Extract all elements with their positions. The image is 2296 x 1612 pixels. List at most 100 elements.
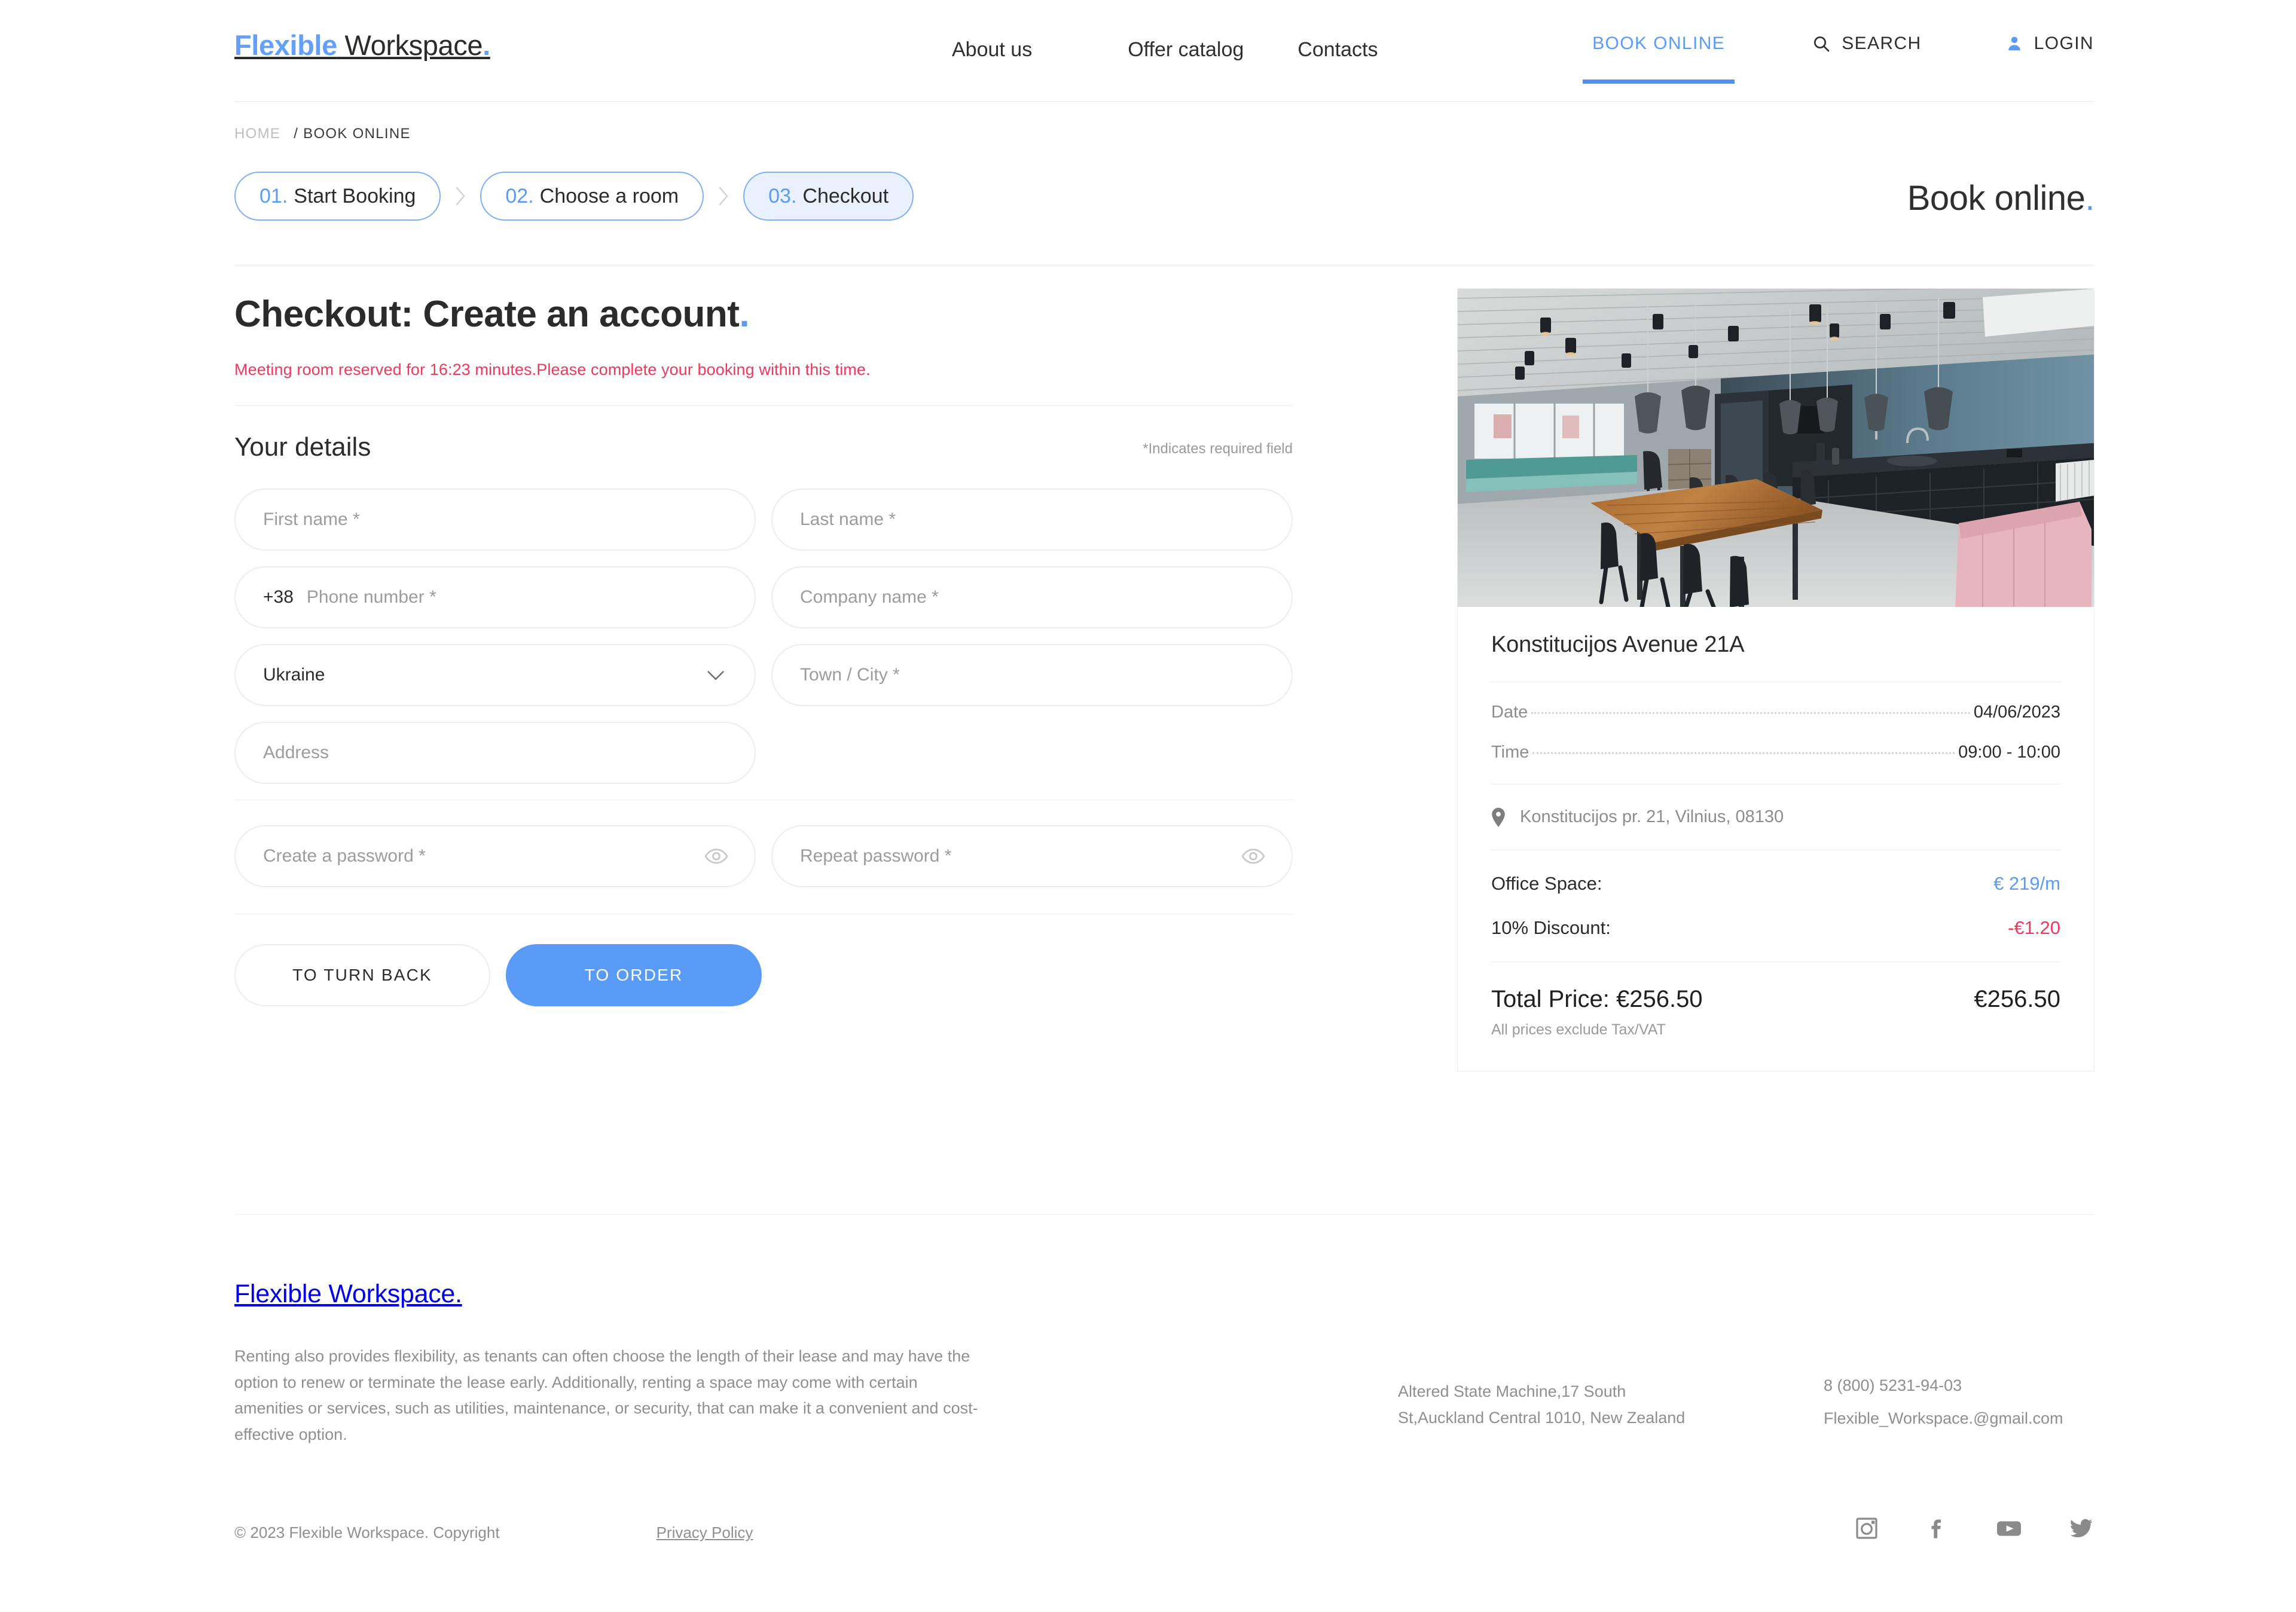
step-label: Choose a room <box>539 184 679 207</box>
booking-summary-card: Konstitucijos Avenue 21A Date 04/06/2023… <box>1457 288 2095 1071</box>
user-icon <box>2005 34 2023 53</box>
form-row-passwords: Create a password * Repeat password * <box>234 825 1293 887</box>
repeat-password-input[interactable]: Repeat password * <box>771 825 1293 887</box>
toggle-repeat-password-visibility-icon[interactable] <box>1241 848 1265 865</box>
site-footer: Flexible Workspace. Renting also provide… <box>234 1280 2094 1448</box>
step-number: 01. <box>259 184 288 207</box>
checkout-form-column: Checkout: Create an account. Meeting roo… <box>234 293 1293 1006</box>
site-header: Flexible Workspace. About us Offer catal… <box>0 0 2296 102</box>
nav-item-about-us[interactable]: About us <box>952 35 1032 65</box>
last-name-input[interactable]: Last name * <box>771 489 1293 551</box>
password-input[interactable]: Create a password * <box>234 825 756 887</box>
details-header: Your details *Indicates required field <box>234 432 1293 462</box>
search-icon <box>1812 34 1831 53</box>
company-name-placeholder: Company name * <box>800 587 939 607</box>
to-order-button[interactable]: TO ORDER <box>506 944 762 1006</box>
location-pin-icon <box>1491 807 1506 827</box>
summary-room-name: Konstitucijos Avenue 21A <box>1491 632 1745 657</box>
summary-date-row: Date 04/06/2023 <box>1491 703 2060 722</box>
step-choose-a-room[interactable]: 02. Choose a room <box>480 172 704 221</box>
page-root: Flexible Workspace. About us Offer catal… <box>0 0 2296 1612</box>
footer-logo[interactable]: Flexible Workspace. <box>234 1280 462 1308</box>
toggle-password-visibility-icon[interactable] <box>704 848 728 865</box>
form-row-country-city: Ukraine Town / City * <box>234 644 1293 706</box>
summary-date-label: Date <box>1491 703 1528 722</box>
first-name-input[interactable]: First name * <box>234 489 756 551</box>
page-title: Book online. <box>1907 178 2095 218</box>
instagram-icon[interactable] <box>1855 1516 1879 1540</box>
dotted-leader <box>1531 712 1970 714</box>
breadcrumb-current: / BOOK ONLINE <box>294 126 411 142</box>
footer-divider <box>234 1214 2094 1215</box>
summary-address-text: Konstitucijos pr. 21, Vilnius, 08130 <box>1520 807 1784 826</box>
facebook-icon[interactable] <box>1925 1516 1949 1540</box>
step-label: Checkout <box>802 184 889 207</box>
footer-logo-accent-word: Flexible <box>234 1280 322 1308</box>
search-button[interactable]: SEARCH <box>1812 33 1921 54</box>
page-title-text: Book online <box>1907 179 2086 218</box>
step-start-booking[interactable]: 01. Start Booking <box>234 172 441 221</box>
phone-number-input[interactable]: +38 Phone number * <box>234 566 756 628</box>
search-label: SEARCH <box>1842 33 1922 53</box>
footer-address-line-1: Altered State Machine,17 South <box>1398 1382 1626 1400</box>
summary-office-space-row: Office Space: € 219/m <box>1491 873 2060 894</box>
login-button[interactable]: LOGIN <box>2005 33 2094 54</box>
address-input[interactable]: Address <box>234 722 756 784</box>
country-select[interactable]: Ukraine <box>234 644 756 706</box>
utility-navigation: BOOK ONLINE SEARCH LOGIN <box>1583 33 2094 84</box>
office-space-label: Office Space: <box>1491 873 1602 894</box>
site-logo[interactable]: Flexible Workspace. <box>234 29 490 62</box>
discount-value: -€1.20 <box>2008 917 2060 938</box>
chevron-down-icon <box>706 668 726 682</box>
chevron-right-icon <box>704 184 743 208</box>
footer-phone[interactable]: 8 (800) 5231-94-03 <box>1824 1369 2135 1402</box>
company-name-input[interactable]: Company name * <box>771 566 1293 628</box>
step-label: Start Booking <box>294 184 416 207</box>
total-price-value: €256.50 <box>1974 986 2060 1012</box>
privacy-policy-link[interactable]: Privacy Policy <box>657 1524 753 1542</box>
dotted-leader <box>1532 752 1955 754</box>
nav-book-online-label: BOOK ONLINE <box>1592 33 1726 53</box>
youtube-icon[interactable] <box>1996 1516 2022 1540</box>
reservation-timer-note: Meeting room reserved for 16:23 minutes.… <box>234 361 871 378</box>
breadcrumb-home[interactable]: HOME <box>234 126 280 142</box>
summary-time-label: Time <box>1491 743 1529 762</box>
nav-item-contacts[interactable]: Contacts <box>1297 35 1378 65</box>
login-label: LOGIN <box>2034 33 2094 53</box>
step-checkout[interactable]: 03. Checkout <box>743 172 914 221</box>
summary-time-value: 09:00 - 10:00 <box>1958 743 2060 762</box>
footer-contact: 8 (800) 5231-94-03 Flexible_Workspace.@g… <box>1824 1369 2135 1436</box>
page-title-dot: . <box>2085 179 2095 218</box>
form-row-address: Address <box>234 722 1293 784</box>
footer-logo-dot: . <box>455 1280 462 1308</box>
logo-dot: . <box>483 29 490 61</box>
nav-book-online[interactable]: BOOK ONLINE <box>1583 33 1735 84</box>
footer-email[interactable]: Flexible_Workspace.@gmail.com <box>1824 1402 2135 1435</box>
details-form: First name * Last name * +38 Phone numbe… <box>234 489 1293 1006</box>
step-number: 03. <box>768 184 797 207</box>
summary-discount-row: 10% Discount: -€1.20 <box>1491 917 2060 939</box>
form-row-phone-company: +38 Phone number * Company name * <box>234 566 1293 628</box>
footer-bottom-bar: © 2023 Flexible Workspace. Copyright Pri… <box>234 1518 2094 1542</box>
phone-number-placeholder: Phone number * <box>306 587 436 607</box>
nav-item-offer-catalog[interactable]: Offer catalog <box>1128 35 1244 65</box>
room-photo-illustration <box>1458 289 2094 607</box>
checkout-heading-dot: . <box>739 294 750 335</box>
footer-logo-plain-word: Workspace <box>321 1280 456 1308</box>
town-city-input[interactable]: Town / City * <box>771 644 1293 706</box>
chevron-right-icon <box>441 184 480 208</box>
booking-steps: 01. Start Booking 02. Choose a room 03. … <box>234 172 914 221</box>
logo-plain-word: Workspace <box>337 29 483 61</box>
breadcrumb: HOME / BOOK ONLINE <box>234 126 411 142</box>
last-name-placeholder: Last name * <box>800 509 896 529</box>
your-details-heading: Your details <box>234 432 371 462</box>
summary-time-row: Time 09:00 - 10:00 <box>1491 743 2060 762</box>
to-turn-back-button[interactable]: TO TURN BACK <box>234 944 490 1006</box>
repeat-password-placeholder: Repeat password * <box>800 846 952 866</box>
twitter-icon[interactable] <box>2069 1516 2094 1540</box>
first-name-placeholder: First name * <box>263 509 360 529</box>
footer-description: Renting also provides flexibility, as te… <box>234 1347 978 1444</box>
logo-accent-word: Flexible <box>234 29 337 61</box>
step-number: 02. <box>505 184 534 207</box>
password-placeholder: Create a password * <box>263 846 426 866</box>
